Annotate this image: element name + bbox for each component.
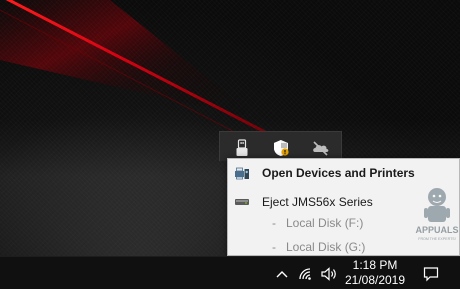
action-center-icon[interactable] (419, 257, 443, 289)
show-hidden-icons-chevron-icon[interactable] (270, 257, 294, 289)
windows-defender-shield-icon[interactable] (271, 138, 291, 158)
menu-item-label: Eject JMS56x Series (262, 195, 373, 209)
taskbar-clock[interactable]: 1:18 PM 21/08/2019 (342, 257, 408, 289)
onedrive-offline-icon[interactable] (311, 138, 331, 158)
subitem-dash: - (272, 240, 276, 254)
tray-overflow-panel (219, 131, 342, 161)
taskbar: 1:18 PM 21/08/2019 (0, 256, 460, 289)
open-devices-and-printers-item[interactable]: Open Devices and Printers (228, 162, 460, 184)
svg-text:APPUALS: APPUALS (415, 225, 458, 235)
subitem-dash: - (272, 216, 276, 230)
wifi-icon[interactable] (294, 257, 318, 289)
usb-safely-remove-icon[interactable] (232, 138, 252, 158)
desktop-screen: Open Devices and Printers Eject JMS56x S… (0, 0, 460, 289)
appuals-watermark-logo: APPUALS FROM THE EXPERTS! (415, 188, 459, 241)
usb-eject-context-menu: Open Devices and Printers Eject JMS56x S… (227, 158, 460, 256)
menu-item-label: Open Devices and Printers (262, 166, 415, 180)
usb-drive-icon (234, 195, 250, 209)
clock-date: 21/08/2019 (344, 273, 406, 287)
subitem-label: Local Disk (F:) (286, 216, 364, 230)
svg-text:FROM THE EXPERTS!: FROM THE EXPERTS! (418, 237, 455, 241)
clock-time: 1:18 PM (352, 258, 398, 272)
devices-printers-icon (234, 166, 250, 180)
volume-icon[interactable] (318, 257, 342, 289)
subitem-label: Local Disk (G:) (286, 240, 366, 254)
